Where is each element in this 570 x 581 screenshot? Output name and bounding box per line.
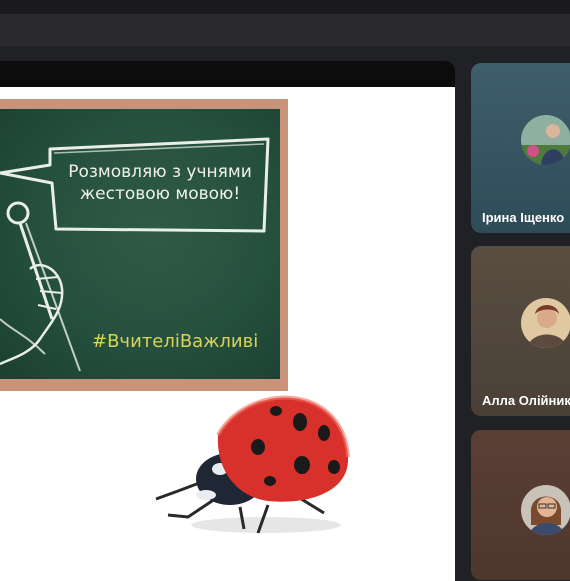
- meeting-top-bar: [0, 14, 570, 46]
- presentation-slide: Розмовляю з учнями жестовою мовою! #Вчит…: [0, 87, 455, 581]
- window-top-strip: [0, 0, 570, 14]
- participant-name: Ірина Іщенко: [482, 210, 565, 225]
- hashtag-text: #ВчителіВажливі: [92, 331, 259, 352]
- chalkboard-poster: Розмовляю з учнями жестовою мовою! #Вчит…: [0, 99, 288, 391]
- speech-line-2: жестовою мовою!: [79, 184, 241, 204]
- avatar: [521, 115, 570, 165]
- participant-tile[interactable]: Ірина Іщенко: [471, 63, 570, 233]
- participant-tile[interactable]: [471, 430, 570, 580]
- presentation-area[interactable]: Розмовляю з учнями жестовою мовою! #Вчит…: [0, 61, 455, 581]
- avatar: [521, 298, 570, 348]
- speech-line-1: Розмовляю з учнями: [68, 162, 252, 182]
- participant-tile[interactable]: Алла Олійник: [471, 246, 570, 416]
- ladybug-image: [155, 395, 350, 534]
- avatar: [521, 485, 570, 535]
- chalkboard: Розмовляю з учнями жестовою мовою! #Вчит…: [0, 109, 280, 379]
- participant-name: Алла Олійник: [482, 393, 570, 408]
- speech-bubble-text: Розмовляю з учнями жестовою мовою!: [60, 161, 260, 205]
